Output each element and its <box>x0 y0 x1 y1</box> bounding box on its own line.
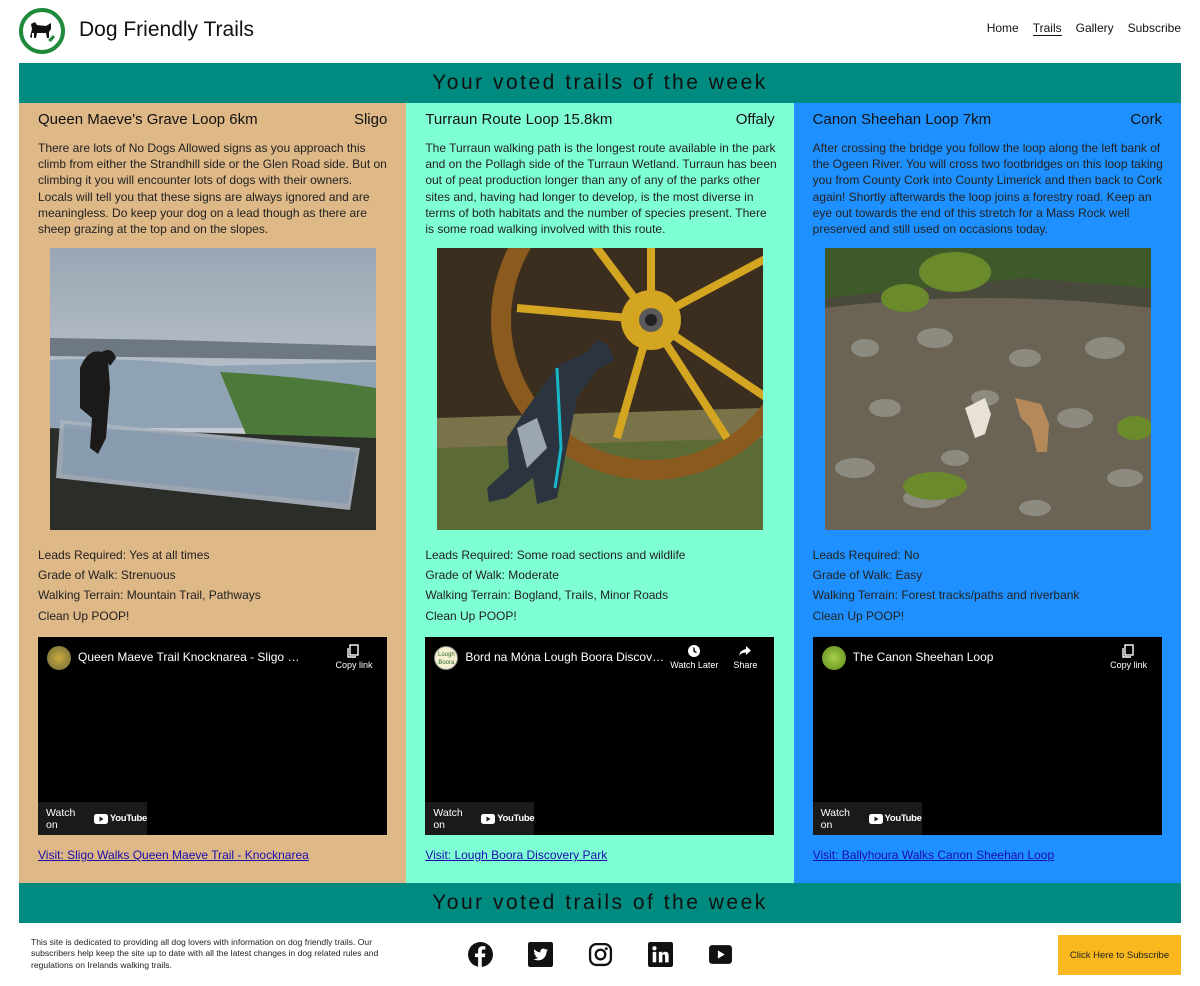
nav-home[interactable]: Home <box>987 21 1019 36</box>
trail-facts: Leads Required: Some road sections and w… <box>425 545 685 626</box>
youtube-logo-icon: YouTube <box>93 813 147 824</box>
walk-grade: Grade of Walk: Easy <box>812 568 923 583</box>
clean-up-note: Clean Up POOP! <box>425 608 517 623</box>
watch-on-youtube-button[interactable]: Watch on YouTube <box>425 802 535 835</box>
trail-title: Canon Sheehan Loop 7km <box>812 111 992 128</box>
linkedin-icon[interactable] <box>648 942 673 967</box>
trail-description: The Turraun walking path is the longest … <box>425 141 777 237</box>
trail-facts: Leads Required: No Grade of Walk: Easy W… <box>813 545 1080 626</box>
trail-county: Cork <box>1130 111 1162 128</box>
twitter-icon[interactable] <box>528 942 553 967</box>
leads-required: Leads Required: Yes at all times <box>38 548 210 562</box>
watch-on-youtube-button[interactable]: Watch on YouTube <box>38 802 147 835</box>
watch-later-button[interactable]: Watch Later <box>669 644 719 670</box>
trail-county: Sligo <box>353 111 388 128</box>
top-banner: Your voted trails of the week <box>19 63 1181 103</box>
share-icon <box>739 646 752 656</box>
copy-link-button[interactable]: Copy link <box>329 644 379 670</box>
trail-card-cork: Canon Sheehan Loop 7km Cork After crossi… <box>793 103 1181 883</box>
visit-trail-link[interactable]: Visit: Lough Boora Discovery Park <box>425 848 607 862</box>
copy-icon <box>1121 644 1134 658</box>
youtube-embed[interactable]: Queen Maeve Trail Knocknarea - Sligo Wal… <box>38 637 387 835</box>
youtube-logo-icon: YouTube <box>868 813 922 824</box>
facebook-icon[interactable] <box>468 942 493 967</box>
clean-up-note: Clean Up POOP! <box>38 608 130 623</box>
walk-terrain: Walking Terrain: Forest tracks/paths and… <box>812 588 1080 603</box>
trail-facts: Leads Required: Yes at all times Grade o… <box>38 545 261 626</box>
nav-trails[interactable]: Trails <box>1032 21 1062 36</box>
trail-description: After crossing the bridge you follow the… <box>812 141 1163 237</box>
walk-terrain: Walking Terrain: Mountain Trail, Pathway… <box>38 588 261 603</box>
trail-description: There are lots of No Dogs Allowed signs … <box>38 141 387 237</box>
leads-required: Leads Required: Some road sections and w… <box>425 548 686 562</box>
instagram-icon[interactable] <box>588 942 613 967</box>
walk-terrain: Walking Terrain: Bogland, Trails, Minor … <box>425 588 669 603</box>
walk-grade: Grade of Walk: Strenuous <box>38 568 176 583</box>
clean-up-note: Clean Up POOP! <box>812 608 905 623</box>
video-title[interactable]: The Canon Sheehan Loop <box>853 650 1075 664</box>
clock-icon <box>688 645 701 657</box>
nav-gallery[interactable]: Gallery <box>1076 21 1114 36</box>
share-button[interactable]: Share <box>720 644 770 670</box>
trail-title: Turraun Route Loop 15.8km <box>425 111 613 128</box>
copy-link-button[interactable]: Copy link <box>1104 644 1154 670</box>
footer-description: This site is dedicated to providing all … <box>31 937 379 970</box>
dog-by-wheel-photo <box>437 248 764 530</box>
trail-title: Queen Maeve's Grave Loop 6km <box>38 111 258 128</box>
social-links <box>468 942 733 967</box>
trails-grid: Queen Maeve's Grave Loop 6km Sligo There… <box>19 103 1181 883</box>
channel-avatar[interactable]: Lough Boora <box>434 646 459 670</box>
video-title[interactable]: Bord na Móna Lough Boora Discovery ... <box>465 650 665 664</box>
visit-trail-link[interactable]: Visit: Ballyhoura Walks Canon Sheehan Lo… <box>813 848 1054 862</box>
youtube-logo-icon: YouTube <box>481 813 535 824</box>
channel-avatar[interactable] <box>47 646 71 670</box>
dog-at-viewpoint-photo <box>50 248 376 530</box>
dogs-in-river-photo <box>824 248 1151 530</box>
site-header: Dog Friendly Trails Home Trails Gallery … <box>0 0 1200 63</box>
dog-logo-icon[interactable] <box>18 7 66 55</box>
leads-required: Leads Required: No <box>812 548 920 562</box>
subscribe-button[interactable]: Click Here to Subscribe <box>1058 935 1181 975</box>
trail-card-sligo: Queen Maeve's Grave Loop 6km Sligo There… <box>19 103 407 883</box>
trail-card-offaly: Turraun Route Loop 15.8km Offaly The Tur… <box>406 103 794 883</box>
nav-subscribe[interactable]: Subscribe <box>1128 21 1181 36</box>
walk-grade: Grade of Walk: Moderate <box>425 568 559 583</box>
youtube-embed[interactable]: Lough Boora Bord na Móna Lough Boora Dis… <box>425 637 775 835</box>
video-title[interactable]: Queen Maeve Trail Knocknarea - Sligo Wal… <box>78 650 300 664</box>
channel-avatar[interactable] <box>821 646 846 670</box>
watch-on-youtube-button[interactable]: Watch on YouTube <box>812 802 922 835</box>
copy-icon <box>347 644 359 658</box>
trail-county: Offaly <box>735 111 775 128</box>
youtube-embed[interactable]: The Canon Sheehan Loop Copy link Watch o… <box>812 637 1162 835</box>
youtube-icon[interactable] <box>708 942 733 967</box>
site-brand[interactable]: Dog Friendly Trails <box>79 18 254 42</box>
visit-trail-link[interactable]: Visit: Sligo Walks Queen Maeve Trail - K… <box>38 848 309 862</box>
bottom-banner: Your voted trails of the week <box>19 883 1181 923</box>
main-nav: Home Trails Gallery Subscribe <box>987 21 1181 36</box>
